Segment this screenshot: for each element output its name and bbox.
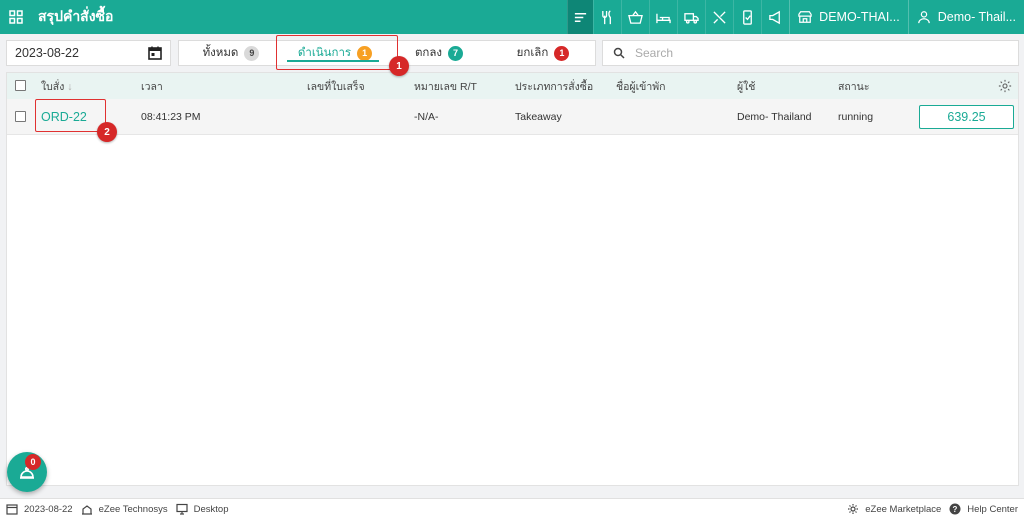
- amount-button[interactable]: 639.25: [919, 104, 1014, 129]
- truck-icon[interactable]: [677, 0, 705, 34]
- search-input[interactable]: [635, 46, 995, 60]
- menu-lines-icon[interactable]: [567, 0, 594, 34]
- user-icon: [917, 11, 930, 24]
- top-bar: สรุปคำสั่งซื้อ DEMO-THAI... Demo- Thail.…: [0, 0, 1024, 34]
- column-header-order-type: ประเภทการสั่งซื้อ: [515, 80, 594, 93]
- help-icon: ?: [949, 503, 961, 515]
- sort-arrow-icon[interactable]: ↓: [67, 81, 72, 93]
- step-marker-1: 1: [389, 56, 409, 76]
- basket-icon[interactable]: [621, 0, 649, 34]
- user-name: Demo- Thail...: [937, 10, 1016, 24]
- svg-text:?: ?: [953, 505, 958, 514]
- column-header-user: ผู้ใช้: [737, 80, 756, 93]
- search-box: [602, 40, 1019, 66]
- column-header-receipt: เลขที่ใบเสร็จ: [307, 80, 365, 93]
- store-icon: [798, 11, 812, 23]
- marketplace-link[interactable]: eZee Marketplace: [847, 503, 941, 515]
- order-time: 08:41:23 PM: [141, 110, 201, 123]
- notification-badge: 0: [25, 454, 41, 470]
- footer-bar: 2023-08-22 eZee Technosys Desktop eZee M…: [0, 498, 1024, 519]
- table-header: ใบสั่ง ↓ เวลา เลขที่ใบเสร็จ หมายเลข R/T …: [7, 73, 1018, 99]
- search-icon: [613, 47, 625, 59]
- branch-selector[interactable]: DEMO-THAI...: [789, 0, 908, 34]
- calendar-icon: [6, 504, 18, 515]
- column-settings-gear-icon[interactable]: [998, 79, 1012, 93]
- highlight-box-order: [35, 99, 106, 132]
- tab-all[interactable]: ทั้งหมด 9: [179, 41, 283, 65]
- highlight-box-tab: [276, 35, 398, 70]
- bed-icon[interactable]: [649, 0, 677, 34]
- step-marker-2: 2: [97, 122, 117, 142]
- help-center-link[interactable]: ? Help Center: [949, 503, 1018, 515]
- user-menu[interactable]: Demo- Thail...: [907, 0, 1024, 34]
- column-header-order[interactable]: ใบสั่ง ↓: [41, 78, 73, 95]
- tab-cancelled[interactable]: ยกเลิก 1: [491, 41, 595, 65]
- tab-label: ทั้งหมด: [202, 47, 239, 59]
- footer-date: 2023-08-22: [6, 503, 73, 515]
- column-header-status: สถานะ: [838, 80, 870, 93]
- fork-knife-icon[interactable]: [705, 0, 733, 34]
- apps-grid-icon[interactable]: [0, 0, 32, 34]
- count-badge: 9: [244, 45, 260, 61]
- date-picker[interactable]: 2023-08-22: [6, 40, 171, 66]
- footer-company: eZee Technosys: [81, 503, 168, 515]
- column-header-guest: ชื่อผู้เข้าพัก: [616, 80, 666, 93]
- megaphone-icon[interactable]: [761, 0, 789, 34]
- tab-label: ตกลง: [414, 47, 443, 59]
- order-type: Takeaway: [515, 110, 562, 123]
- date-value: 2023-08-22: [15, 46, 79, 60]
- branch-name: DEMO-THAI...: [819, 10, 900, 24]
- row-checkbox[interactable]: [15, 111, 26, 122]
- utensils-icon[interactable]: [593, 0, 621, 34]
- gear-icon: [848, 504, 859, 514]
- page-title: สรุปคำสั่งซื้อ: [38, 8, 114, 24]
- count-badge: 7: [448, 45, 464, 61]
- status-value: running: [838, 110, 874, 123]
- orders-table: ใบสั่ง ↓ เวลา เลขที่ใบเสร็จ หมายเลข R/T …: [6, 72, 1019, 486]
- count-badge: 1: [554, 45, 570, 61]
- footer-device: Desktop: [176, 503, 228, 515]
- table-row[interactable]: ORD-22 08:41:23 PM -N/A- Takeaway Demo- …: [7, 99, 1018, 135]
- rt-number: -N/A-: [414, 110, 439, 123]
- user-name-cell: Demo- Thailand: [737, 110, 812, 123]
- select-all-checkbox[interactable]: [15, 80, 26, 91]
- column-header-rt: หมายเลข R/T: [414, 80, 477, 93]
- column-header-time: เวลา: [141, 80, 163, 93]
- mobile-order-icon[interactable]: [733, 0, 761, 34]
- tab-label: ยกเลิก: [516, 47, 549, 59]
- calendar-icon[interactable]: [148, 46, 162, 60]
- company-icon: [81, 505, 92, 515]
- desktop-icon: [176, 503, 188, 515]
